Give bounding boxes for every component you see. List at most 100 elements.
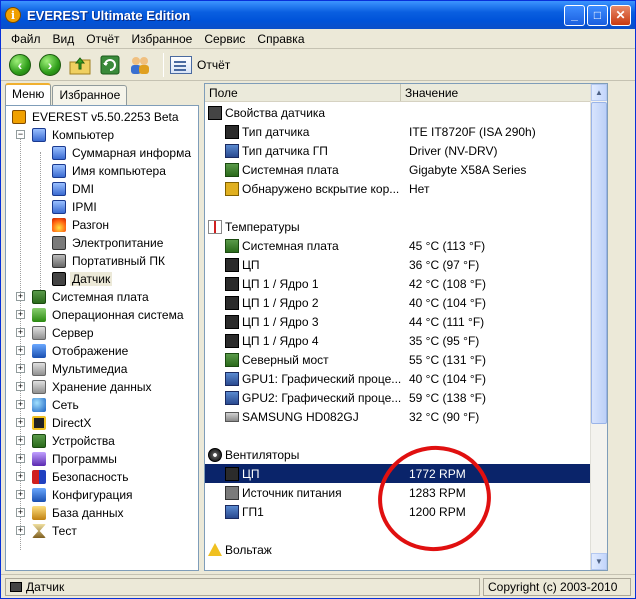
list-item[interactable]: Тип датчика ITE IT8720F (ISA 290h) xyxy=(205,122,607,141)
group-header-sensor-props[interactable]: Свойства датчика xyxy=(205,103,607,122)
tree-item-security[interactable]: Безопасность xyxy=(32,468,131,486)
tree-item-computer-name[interactable]: Имя компьютера xyxy=(52,162,168,180)
tree-expander-security[interactable]: + xyxy=(16,472,25,481)
menu-view[interactable]: Вид xyxy=(47,32,81,46)
scroll-down-button[interactable]: ▼ xyxy=(591,553,607,570)
power-supply-icon xyxy=(225,485,239,500)
window-title: EVEREST Ultimate Edition xyxy=(27,7,191,23)
chip-icon xyxy=(225,124,239,139)
list-item[interactable]: SAMSUNG HD082GJ 32 °C (90 °F) xyxy=(205,407,607,426)
tree-expander-benchmark[interactable]: + xyxy=(16,526,25,535)
tree-item-database[interactable]: База данных xyxy=(32,504,125,522)
back-button[interactable]: ‹ xyxy=(7,52,33,78)
maximize-button[interactable]: □ xyxy=(587,4,608,26)
tree-item-devices[interactable]: Устройства xyxy=(32,432,117,450)
fan-icon xyxy=(208,447,222,462)
status-left: Датчик xyxy=(5,577,480,596)
voltage-warning-icon xyxy=(208,543,222,556)
back-arrow-icon: ‹ xyxy=(9,53,31,76)
group-header-voltage[interactable]: Вольтаж xyxy=(205,540,607,559)
tree-item-directx[interactable]: DirectX xyxy=(32,414,93,432)
tree-item-server[interactable]: Сервер xyxy=(32,324,96,342)
list-item[interactable]: GPU2: Графический проце... 59 °C (138 °F) xyxy=(205,388,607,407)
list-item[interactable]: GPU1: Графический проце... 40 °C (104 °F) xyxy=(205,369,607,388)
up-folder-button[interactable] xyxy=(67,52,93,78)
vertical-scrollbar[interactable]: ▲ ▼ xyxy=(590,84,607,570)
hard-drive-icon xyxy=(225,411,239,422)
navigation-tree[interactable]: EVEREST v5.50.2253 Beta − Компьютер Сумм… xyxy=(5,105,199,571)
tree-expander-server[interactable]: + xyxy=(16,328,25,337)
list-item[interactable]: ГП1 1200 RPM xyxy=(205,502,607,521)
tree-root[interactable]: EVEREST v5.50.2253 Beta xyxy=(12,108,181,126)
list-item[interactable]: Системная плата Gigabyte X58A Series xyxy=(205,160,607,179)
tree-item-overclock[interactable]: Разгон xyxy=(52,216,111,234)
tree-expander-directx[interactable]: + xyxy=(16,418,25,427)
tree-expander-multimedia[interactable]: + xyxy=(16,364,25,373)
forward-button[interactable]: › xyxy=(37,52,63,78)
group-header-fans[interactable]: Вентиляторы xyxy=(205,445,607,464)
column-field[interactable]: Поле xyxy=(205,84,401,101)
fire-icon xyxy=(52,218,66,232)
menu-file[interactable]: Файл xyxy=(5,32,47,46)
column-value[interactable]: Значение xyxy=(401,84,591,101)
tree-item-multimedia[interactable]: Мультимедиа xyxy=(32,360,129,378)
tree-item-storage[interactable]: Хранение данных xyxy=(32,378,154,396)
group-header-temperatures[interactable]: Температуры xyxy=(205,217,607,236)
list-item[interactable]: Обнаружено вскрытие кор... Нет xyxy=(205,179,607,198)
list-item[interactable]: ЦП 1 / Ядро 1 42 °C (108 °F) xyxy=(205,274,607,293)
list-item-selected[interactable]: ЦП 1772 RPM xyxy=(205,464,607,483)
tree-item-network[interactable]: Сеть xyxy=(32,396,81,414)
tree-item-sensor[interactable]: Датчик xyxy=(52,270,113,288)
power-plug-icon xyxy=(52,236,66,250)
tree-expander-display[interactable]: + xyxy=(16,346,25,355)
display-icon xyxy=(32,344,46,358)
gpu-icon xyxy=(225,390,239,405)
tree-item-dmi[interactable]: DMI xyxy=(52,180,96,198)
tree-item-summary[interactable]: Суммарная информа xyxy=(52,144,193,162)
tree-item-ipmi[interactable]: IPMI xyxy=(52,198,99,216)
tree-expander-devices[interactable]: + xyxy=(16,436,25,445)
refresh-button[interactable] xyxy=(97,52,123,78)
tree-item-os[interactable]: Операционная система xyxy=(32,306,186,324)
tree-line xyxy=(40,152,41,296)
menu-tools[interactable]: Сервис xyxy=(198,32,251,46)
tree-item-display[interactable]: Отображение xyxy=(32,342,130,360)
tree-item-benchmark[interactable]: Тест xyxy=(32,522,79,540)
menu-report[interactable]: Отчёт xyxy=(80,32,125,46)
tree-item-software[interactable]: Программы xyxy=(32,450,119,468)
tree-expander-network[interactable]: + xyxy=(16,400,25,409)
list-item[interactable]: ЦП 36 °C (97 °F) xyxy=(205,255,607,274)
tab-menu[interactable]: Меню xyxy=(5,83,52,105)
tree-item-portable[interactable]: Портативный ПК xyxy=(52,252,167,270)
scroll-up-button[interactable]: ▲ xyxy=(591,84,607,101)
toolbar-separator xyxy=(163,52,164,77)
config-icon xyxy=(32,488,46,502)
scroll-thumb[interactable] xyxy=(591,102,607,424)
close-button[interactable]: ✕ xyxy=(610,4,631,26)
minimize-button[interactable]: _ xyxy=(564,4,585,26)
tree-expander-database[interactable]: + xyxy=(16,508,25,517)
users-button[interactable] xyxy=(127,52,153,78)
list-item[interactable]: Системная плата 45 °C (113 °F) xyxy=(205,236,607,255)
tab-favorites[interactable]: Избранное xyxy=(52,85,128,105)
tree-item-motherboard[interactable]: Системная плата xyxy=(32,288,151,306)
tree-expander-motherboard[interactable]: + xyxy=(16,292,25,301)
tree-expander-os[interactable]: + xyxy=(16,310,25,319)
list-item[interactable]: Тип датчика ГП Driver (NV-DRV) xyxy=(205,141,607,160)
title-bar[interactable]: i EVEREST Ultimate Edition _ □ ✕ xyxy=(1,1,635,29)
tree-item-config[interactable]: Конфигурация xyxy=(32,486,135,504)
list-item[interactable]: Источник питания 1283 RPM xyxy=(205,483,607,502)
tree-expander-config[interactable]: + xyxy=(16,490,25,499)
menu-help[interactable]: Справка xyxy=(251,32,310,46)
tree-item-power[interactable]: Электропитание xyxy=(52,234,165,252)
list-item[interactable]: ЦП 1 / Ядро 3 44 °C (111 °F) xyxy=(205,312,607,331)
tree-expander-software[interactable]: + xyxy=(16,454,25,463)
tree-item-computer[interactable]: Компьютер xyxy=(32,126,116,144)
menu-favorites[interactable]: Избранное xyxy=(126,32,199,46)
list-item[interactable]: ЦП 1 / Ядро 4 35 °C (95 °F) xyxy=(205,331,607,350)
report-button[interactable]: Отчёт xyxy=(170,55,230,74)
list-item[interactable]: ЦП 1 / Ядро 2 40 °C (104 °F) xyxy=(205,293,607,312)
tree-expander-computer[interactable]: − xyxy=(16,130,25,139)
list-item[interactable]: Северный мост 55 °C (131 °F) xyxy=(205,350,607,369)
tree-expander-storage[interactable]: + xyxy=(16,382,25,391)
